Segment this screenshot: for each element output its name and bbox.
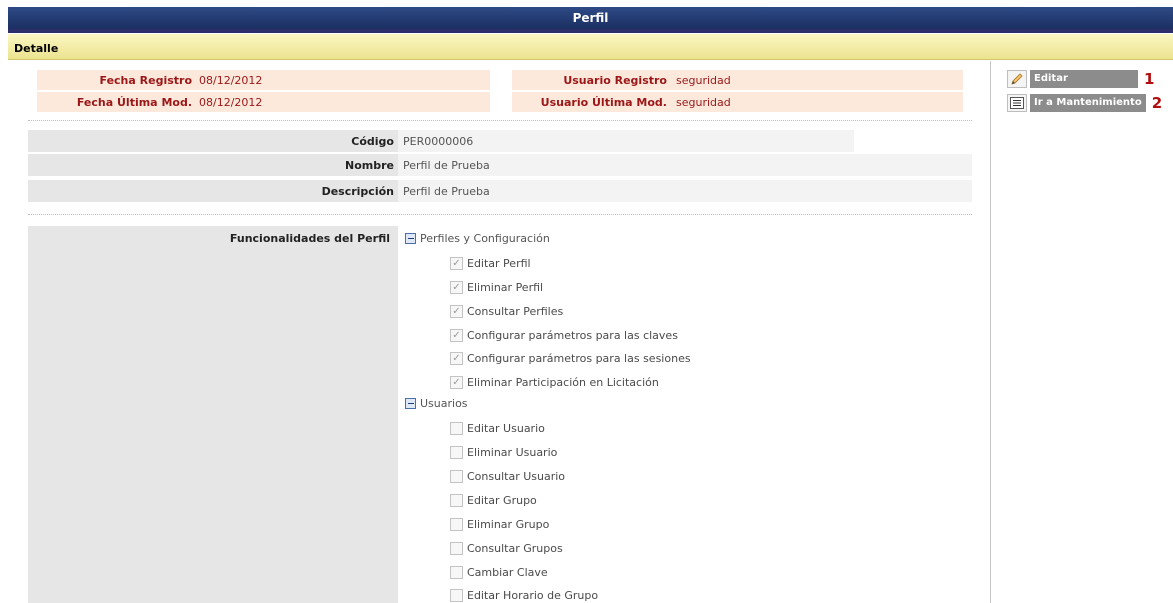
tree-group-usuarios[interactable]: Usuarios [405,397,468,410]
editar-action[interactable]: Editar 1 [1007,70,1154,88]
checkbox-checked-icon[interactable]: ✓ [450,257,463,270]
checkbox-checked-icon[interactable]: ✓ [450,305,463,318]
functionalities-label: Funcionalidades del Perfil [229,232,390,245]
pencil-icon[interactable] [1007,70,1027,88]
usuario-ultima-mod-value: seguridad [676,96,731,109]
checkbox-icon[interactable] [450,518,463,531]
tree-item-label: Editar Grupo [467,494,537,507]
tree-group-label: Perfiles y Configuración [420,232,550,245]
title-underline [8,29,1173,33]
tree-item[interactable]: Consultar Usuario [450,470,565,483]
editar-button[interactable]: Editar [1030,70,1138,88]
tree-item-label: Eliminar Perfil [467,281,544,294]
ir-mantenimiento-button[interactable]: Ir a Mantenimiento [1030,94,1146,112]
tree-item[interactable]: Editar Horario de Grupo [450,589,598,602]
tree-item-label: Eliminar Grupo [467,518,550,531]
collapse-icon[interactable] [405,398,416,409]
tree-item-label: Editar Horario de Grupo [467,589,599,602]
tree-item-label: Eliminar Participación en Licitación [467,376,659,389]
tree-item[interactable]: Consultar Grupos [450,542,563,555]
tree-item[interactable]: Eliminar Grupo [450,518,549,531]
tree-item[interactable]: Editar Grupo [450,494,537,507]
nombre-value: Perfil de Prueba [403,159,490,172]
fecha-registro-label: Fecha Registro [99,74,193,87]
tree-item[interactable]: Editar Usuario [450,422,545,435]
checkbox-checked-icon[interactable]: ✓ [450,329,463,342]
tree-group-label: Usuarios [420,397,468,410]
tree-item[interactable]: Eliminar Usuario [450,446,557,459]
tree-item[interactable]: ✓ Consultar Perfiles [450,305,563,318]
functionalities-label-cell [28,226,398,603]
separator [28,214,972,215]
tree-item-label: Consultar Perfiles [467,305,564,318]
nombre-label: Nombre [345,159,394,172]
codigo-label: Código [351,135,394,148]
tree-item[interactable]: Cambiar Clave [450,566,548,579]
usuario-registro-label: Usuario Registro [563,74,667,87]
tree-item-label: Editar Perfil [467,257,531,270]
fecha-registro-value: 08/12/2012 [199,74,263,87]
ir-mantenimiento-action[interactable]: Ir a Mantenimiento 2 [1007,94,1162,112]
list-icon[interactable] [1007,94,1027,112]
tree-item[interactable]: ✓ Editar Perfil [450,257,531,270]
collapse-icon[interactable] [405,233,416,244]
tree-item[interactable]: ✓ Configurar parámetros para las claves [450,329,678,342]
ir-mantenimiento-number: 2 [1151,94,1163,112]
checkbox-icon[interactable] [450,494,463,507]
tree-item[interactable]: ✓ Configurar parámetros para las sesione… [450,352,691,365]
tree-item-label: Consultar Grupos [467,542,563,555]
checkbox-icon[interactable] [450,446,463,459]
action-panel-divider [990,61,991,603]
descripcion-label: Descripción [321,185,394,198]
tree-item-label: Consultar Usuario [467,470,566,483]
editar-number: 1 [1144,70,1155,88]
checkbox-icon[interactable] [450,470,463,483]
checkbox-icon[interactable] [450,589,463,602]
tree-item[interactable]: ✓ Eliminar Perfil [450,281,543,294]
tree-group-perfiles[interactable]: Perfiles y Configuración [405,232,550,245]
window-title: Perfil [8,7,1173,29]
separator [28,120,972,121]
fecha-ultima-mod-value: 08/12/2012 [199,96,263,109]
fecha-ultima-mod-label: Fecha Última Mod. [76,96,192,109]
tree-item-label: Configurar parámetros para las sesiones [467,352,691,365]
tree-item-label: Cambiar Clave [467,566,548,579]
tree-item-label: Editar Usuario [467,422,545,435]
checkbox-icon[interactable] [450,542,463,555]
tree-item-label: Eliminar Usuario [467,446,558,459]
checkbox-checked-icon[interactable]: ✓ [450,281,463,294]
tree-item-label: Configurar parámetros para las claves [467,329,678,342]
descripcion-value: Perfil de Prueba [403,185,490,198]
checkbox-icon[interactable] [450,566,463,579]
tree-item[interactable]: ✓ Eliminar Participación en Licitación [450,376,659,389]
checkbox-checked-icon[interactable]: ✓ [450,376,463,389]
codigo-value: PER0000006 [403,135,474,148]
checkbox-checked-icon[interactable]: ✓ [450,352,463,365]
usuario-registro-value: seguridad [676,74,731,87]
section-header: Detalle [8,34,1173,60]
checkbox-icon[interactable] [450,422,463,435]
usuario-ultima-mod-label: Usuario Última Mod. [540,96,667,109]
